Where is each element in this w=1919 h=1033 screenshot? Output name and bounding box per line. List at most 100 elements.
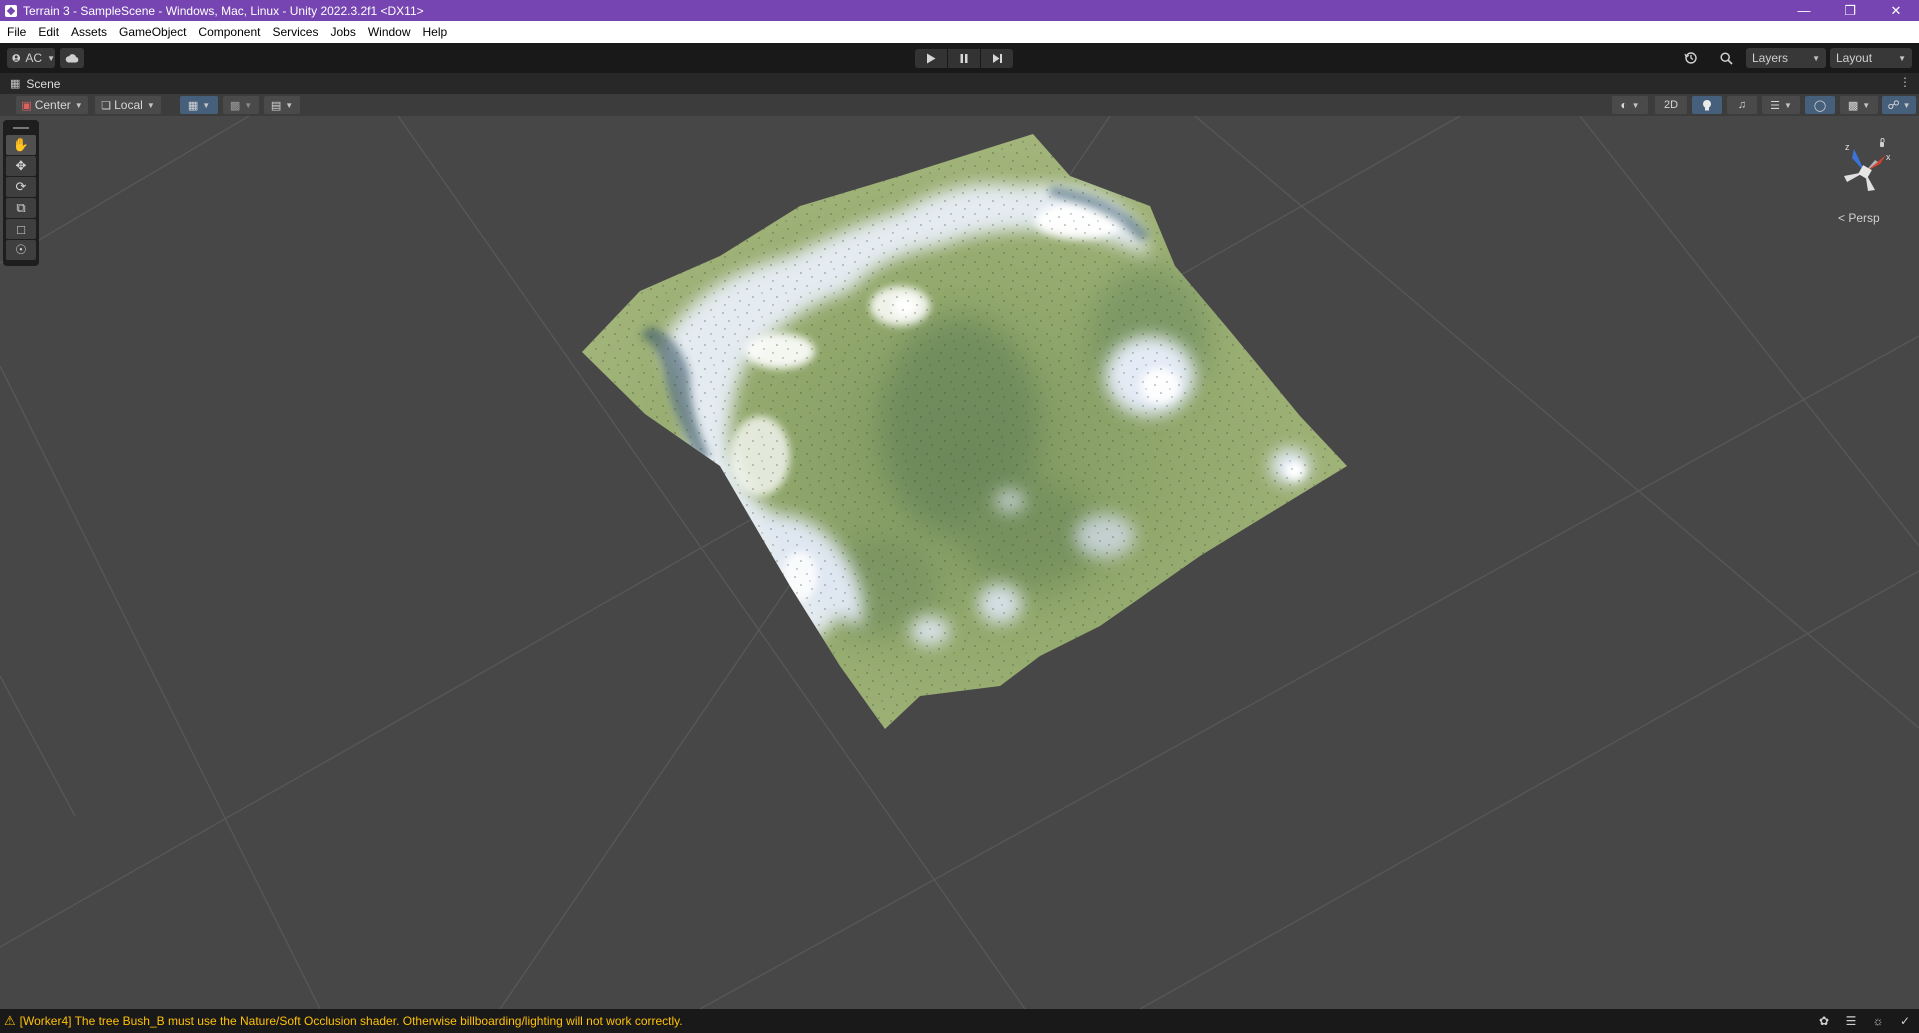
scene-toolbar: ▣ Center ▼ ❏ Local ▼ ▦ ▼ ▩ ▼ ▤ ▼ ◐ ▼ 2D xyxy=(0,94,1919,116)
restore-icon: ❐ xyxy=(1844,2,1856,18)
menu-gameobject[interactable]: GameObject xyxy=(113,21,192,43)
rect-tool-button[interactable]: □ xyxy=(6,219,36,239)
window-title: Terrain 3 - SampleScene - Windows, Mac, … xyxy=(23,3,424,18)
tools-overlay: ✋ ✥ ⟳ ⧉ □ ☉ xyxy=(3,120,39,266)
grid-snap-icon: ▩ xyxy=(229,99,241,112)
transform-icon: ☉ xyxy=(15,242,27,257)
account-label: AC xyxy=(25,51,43,65)
rect-transform-icon: □ xyxy=(17,221,25,237)
menu-edit[interactable]: Edit xyxy=(32,21,65,43)
terrain-mesh[interactable] xyxy=(0,116,1919,1009)
scene-grid-icon: ▦ xyxy=(10,78,21,90)
audio-icon: ♫ xyxy=(1737,99,1747,111)
pivot-icon: ▣ xyxy=(21,99,32,112)
mode-2d-toggle[interactable]: 2D xyxy=(1655,96,1687,114)
menu-window[interactable]: Window xyxy=(362,21,417,43)
rotate-tool-button[interactable]: ⟳ xyxy=(6,177,36,197)
restore-button[interactable]: ❐ xyxy=(1827,0,1873,21)
audio-toggle[interactable]: ♫ xyxy=(1727,96,1757,114)
account-dropdown[interactable]: AC ▼ xyxy=(7,48,55,68)
status-message: [Worker4] The tree Bush_B must use the N… xyxy=(19,1014,683,1028)
cloud-button[interactable] xyxy=(60,48,84,68)
account-icon xyxy=(12,54,21,62)
history-icon xyxy=(1684,52,1697,64)
axis-x-label: x xyxy=(1886,152,1891,162)
chevron-down-icon: ▼ xyxy=(1898,53,1906,63)
kebab-menu-icon[interactable]: ⋮ xyxy=(1899,75,1911,89)
layers-label: Layers xyxy=(1752,51,1789,65)
debug-bug-icon[interactable]: ✿ xyxy=(1816,1013,1832,1029)
undo-history-button[interactable] xyxy=(1679,48,1703,68)
hidden-eye-icon: ◯ xyxy=(1813,99,1827,112)
move-arrows-icon: ✥ xyxy=(15,158,27,173)
pivot-rotation-label: Local xyxy=(114,98,143,112)
chevron-down-icon: ▼ xyxy=(47,53,55,63)
pivot-rotation-dropdown[interactable]: ❏ Local ▼ xyxy=(95,96,161,114)
chevron-left-icon: < xyxy=(1838,211,1846,225)
rotate-icon: ⟳ xyxy=(15,179,27,194)
effects-dropdown[interactable]: ☰ ▼ xyxy=(1762,96,1800,114)
view-tool-button[interactable]: ✋ xyxy=(6,135,36,155)
menu-services[interactable]: Services xyxy=(266,21,324,43)
chevron-down-icon: ▼ xyxy=(1902,100,1911,110)
grid-snapping-toggle[interactable]: ▩ ▼ xyxy=(223,96,259,114)
menu-component[interactable]: Component xyxy=(192,21,266,43)
console-status-bar[interactable]: ⚠ [Worker4] The tree Bush_B must use the… xyxy=(0,1009,1919,1033)
drag-handle[interactable] xyxy=(6,123,36,133)
pivot-mode-dropdown[interactable]: ▣ Center ▼ xyxy=(16,96,88,114)
chevron-down-icon: ▼ xyxy=(1631,100,1640,110)
scene-visibility-toggle[interactable]: ◯ xyxy=(1805,96,1835,114)
menu-jobs[interactable]: Jobs xyxy=(324,21,361,43)
projection-toggle[interactable]: < Persp xyxy=(1838,211,1880,225)
pause-button[interactable] xyxy=(948,49,980,68)
menu-file[interactable]: File xyxy=(0,21,32,43)
cache-server-icon[interactable]: ☰ xyxy=(1843,1013,1859,1029)
window-controls: — ❐ ✕ xyxy=(1781,0,1919,21)
layout-label: Layout xyxy=(1836,51,1873,65)
orientation-gizmo[interactable]: z x < Persp xyxy=(1823,132,1903,232)
draw-mode-dropdown[interactable]: ◐ ▼ xyxy=(1612,96,1648,114)
increment-snap-dropdown[interactable]: ▤ ▼ xyxy=(264,96,300,114)
title-bar: Terrain 3 - SampleScene - Windows, Mac, … xyxy=(0,0,1919,21)
chevron-down-icon: ▼ xyxy=(1862,100,1871,110)
scale-tool-button[interactable]: ⧉ xyxy=(6,198,36,218)
chevron-down-icon: ▼ xyxy=(244,100,253,110)
close-icon: ✕ xyxy=(1890,2,1902,18)
scene-camera-dropdown[interactable]: ▩ ▼ xyxy=(1840,96,1878,114)
menu-help[interactable]: Help xyxy=(417,21,454,43)
chevron-down-icon: ▼ xyxy=(74,100,83,110)
pause-icon xyxy=(960,54,968,63)
layers-dropdown[interactable]: Layers ▼ xyxy=(1746,48,1826,68)
scene-viewport[interactable]: ✋ ✥ ⟳ ⧉ □ ☉ z x < Persp xyxy=(0,116,1919,1009)
step-button[interactable] xyxy=(981,49,1013,68)
menu-bar: File Edit Assets GameObject Component Se… xyxy=(0,21,1919,43)
play-icon xyxy=(927,53,936,64)
move-tool-button[interactable]: ✥ xyxy=(6,156,36,176)
play-button[interactable] xyxy=(915,49,947,68)
unity-logo-icon xyxy=(5,4,17,17)
scene-lighting-toggle[interactable] xyxy=(1692,96,1722,114)
effects-icon: ☰ xyxy=(1770,99,1780,112)
progress-check-icon[interactable]: ✓ xyxy=(1897,1013,1913,1029)
lightbulb-icon xyxy=(1703,99,1711,110)
camera-icon: ▩ xyxy=(1847,99,1859,112)
terrain-surface xyxy=(582,134,1347,729)
chevron-down-icon: ▼ xyxy=(146,100,155,110)
pivot-mode-label: Center xyxy=(34,98,71,112)
shaded-sphere-icon: ◐ xyxy=(1620,98,1628,112)
layout-dropdown[interactable]: Layout ▼ xyxy=(1830,48,1912,68)
axis-z-label: z xyxy=(1845,142,1850,152)
gizmos-dropdown[interactable]: ☍ ▼ xyxy=(1882,96,1916,114)
transform-tool-button[interactable]: ☉ xyxy=(6,240,36,260)
chevron-down-icon: ▼ xyxy=(202,100,211,110)
search-button[interactable] xyxy=(1714,48,1738,68)
chevron-down-icon: ▼ xyxy=(1783,100,1792,110)
local-cube-icon: ❏ xyxy=(101,99,112,112)
auto-generate-lighting-icon[interactable]: ☼ xyxy=(1870,1013,1886,1029)
minimize-button[interactable]: — xyxy=(1781,0,1827,21)
menu-assets[interactable]: Assets xyxy=(65,21,113,43)
tab-scene[interactable]: ▦ Scene xyxy=(0,73,60,94)
hand-icon: ✋ xyxy=(12,137,30,152)
close-button[interactable]: ✕ xyxy=(1873,0,1919,21)
grid-visibility-toggle[interactable]: ▦ ▼ xyxy=(180,96,218,114)
